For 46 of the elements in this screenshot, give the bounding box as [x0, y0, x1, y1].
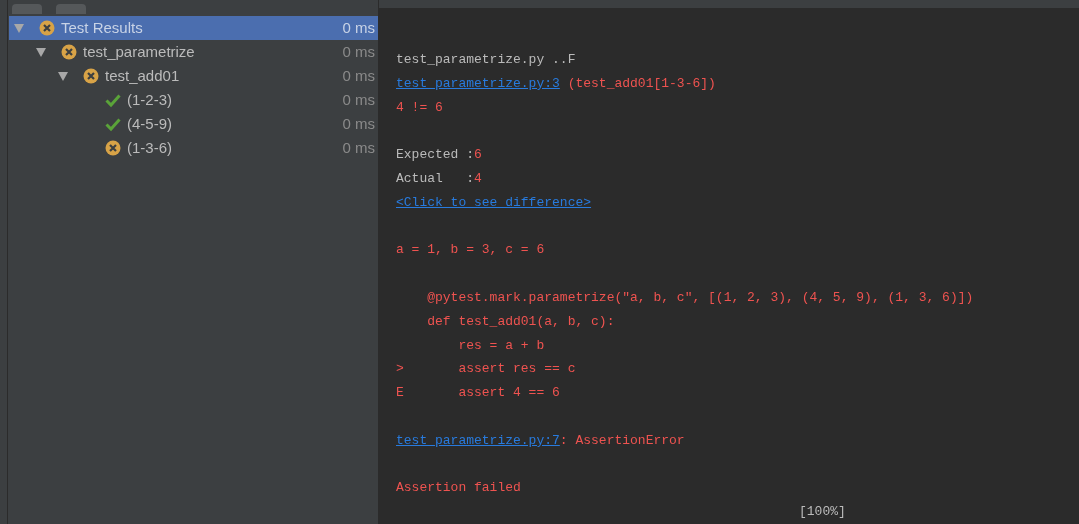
tree-row[interactable]: (1-2-3) 0 ms [9, 88, 378, 112]
tree-row[interactable]: test_add01 0 ms [9, 64, 378, 88]
output-text: Assertion failed [396, 480, 521, 496]
tree-row[interactable]: Test Results 0 ms [9, 16, 378, 40]
output-text: Expected : [396, 147, 474, 163]
output-text: @pytest.mark.parametrize("a, b, c", [(1, 2, 3), (4, 5, 9), (1, 3, 6)]) [426, 290, 974, 306]
duration: 0 ms [342, 65, 375, 86]
output-text: (test_add01[1-3-6]) [566, 75, 716, 91]
expanded-triangle-icon[interactable] [13, 23, 25, 33]
duration: 0 ms [342, 41, 375, 62]
output-text: Actual : [396, 171, 474, 187]
output-text: def test_add01(a, b, c): [426, 313, 615, 329]
test-name: (1-2-3) [127, 89, 173, 110]
expanded-triangle-icon[interactable] [57, 71, 69, 81]
failed-icon [83, 68, 99, 84]
tree-row[interactable]: test_parametrize 0 ms [9, 40, 378, 64]
test-name: Test Results [61, 17, 144, 38]
output-text: a = 1, b = 3, c = 6 [396, 242, 545, 258]
output-text: 4 != 6 [396, 99, 443, 115]
tree-row[interactable]: (4-5-9) 0 ms [9, 112, 378, 136]
output-text: > assert res == c [396, 361, 576, 377]
failed-icon [105, 140, 121, 156]
output-text: 4 [474, 171, 482, 187]
duration: 0 ms [342, 17, 375, 38]
test-name: test_add01 [105, 65, 181, 86]
check-icon [105, 92, 121, 108]
expanded-triangle-icon[interactable] [35, 47, 47, 57]
failed-icon [61, 44, 77, 60]
output-text: 6 [474, 147, 482, 163]
test-name: test_parametrize [83, 41, 196, 62]
file-link[interactable]: test_parametrize.py:3 [396, 75, 560, 91]
duration: 0 ms [342, 113, 375, 134]
duration: 0 ms [342, 89, 375, 110]
test-name: (1-3-6) [127, 137, 173, 158]
failed-icon [39, 20, 55, 36]
tree-row[interactable]: (1-3-6) 0 ms [9, 136, 378, 160]
output-text: E assert 4 == 6 [396, 385, 560, 401]
output-text: : AssertionError [559, 432, 685, 448]
test-name: (4-5-9) [127, 113, 173, 134]
file-link[interactable]: test_parametrize.py:7 [396, 432, 560, 448]
output-text: [100%] [799, 504, 846, 520]
file-link[interactable]: <Click to see difference> [396, 194, 592, 210]
output-text: test_parametrize.py ..F [396, 52, 576, 68]
output-text: res = a + b [457, 337, 545, 353]
check-icon [105, 116, 121, 132]
duration: 0 ms [342, 137, 375, 158]
